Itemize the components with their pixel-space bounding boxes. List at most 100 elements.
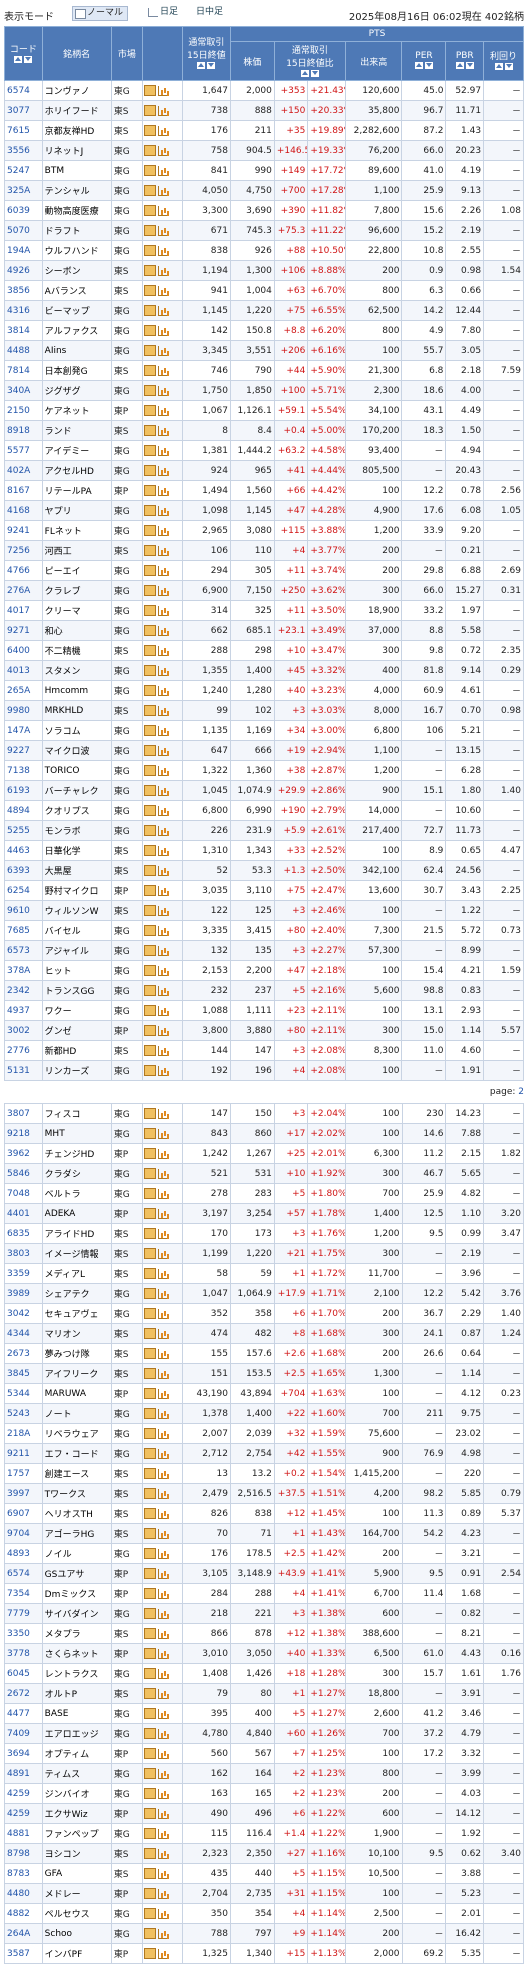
news-book-icon[interactable] bbox=[144, 745, 157, 756]
news-book-icon[interactable] bbox=[144, 1348, 157, 1359]
table-row[interactable]: 7615京都友禅HD東S 176211+35+19.89%2,282,60087.… bbox=[4, 120, 524, 141]
news-book-icon[interactable] bbox=[144, 185, 157, 196]
bar-chart-icon[interactable] bbox=[158, 1728, 170, 1739]
bar-chart-icon[interactable] bbox=[158, 1368, 170, 1379]
news-book-icon[interactable] bbox=[144, 925, 157, 936]
bar-chart-icon[interactable] bbox=[158, 1568, 170, 1579]
news-book-icon[interactable] bbox=[144, 1808, 157, 1819]
news-book-icon[interactable] bbox=[144, 445, 157, 456]
table-row[interactable]: 6574コンヴァノ東G 1,6472,000+353+21.43%120,6004… bbox=[4, 80, 524, 101]
bar-chart-icon[interactable] bbox=[158, 665, 170, 676]
bar-chart-icon[interactable] bbox=[158, 945, 170, 956]
mode-daily-button[interactable]: 日足 bbox=[146, 6, 178, 19]
bar-chart-icon[interactable] bbox=[158, 1468, 170, 1479]
bar-chart-icon[interactable] bbox=[158, 805, 170, 816]
table-row[interactable]: 6193 バーチャレク 東G 1,045 1,074.9 +29.9 +2.86% 900 15… bbox=[4, 780, 524, 801]
bar-chart-icon[interactable] bbox=[158, 1928, 170, 1939]
table-row[interactable]: 5344 MARUWA 東P 43,190 43,894 +704 +1.63% 100 － 4.… bbox=[4, 1383, 524, 1404]
news-book-icon[interactable] bbox=[144, 1188, 157, 1199]
news-book-icon[interactable] bbox=[144, 1368, 157, 1379]
stock-code[interactable]: 5243 bbox=[4, 1403, 43, 1424]
news-book-icon[interactable] bbox=[144, 1288, 157, 1299]
news-book-icon[interactable] bbox=[144, 1488, 157, 1499]
news-book-icon[interactable] bbox=[144, 465, 157, 476]
stock-code[interactable]: 4881 bbox=[4, 1823, 43, 1844]
table-row[interactable]: 3856 Aバランス 東S 941 1,004 +63 +6.70% 800 6.3 0.66 － bbox=[4, 280, 524, 301]
stock-code[interactable]: 6039 bbox=[4, 200, 43, 221]
bar-chart-icon[interactable] bbox=[158, 1408, 170, 1419]
bar-chart-icon[interactable] bbox=[158, 965, 170, 976]
stock-name[interactable]: グンゼ bbox=[41, 1020, 112, 1041]
sort-asc-icon[interactable] bbox=[197, 62, 206, 69]
news-book-icon[interactable] bbox=[144, 485, 157, 496]
table-row[interactable]: 7409 エアロエッジ 東G 4,780 4,840 +60 +1.26% 700 37.2 4.… bbox=[4, 1723, 524, 1744]
bar-chart-icon[interactable] bbox=[158, 1768, 170, 1779]
col-change[interactable]: 通常取引 15日終値比 bbox=[273, 41, 347, 81]
stock-name[interactable]: メタプラ bbox=[41, 1623, 112, 1644]
stock-code[interactable]: 3845 bbox=[4, 1363, 43, 1384]
news-book-icon[interactable] bbox=[144, 1528, 157, 1539]
table-row[interactable]: 7685 バイセル 東G 3,335 3,415 +80 +2.40% 7,300 21.5 5.… bbox=[4, 920, 524, 941]
table-row[interactable]: 5070ドラフト東G 671745.3+75.3+11.22%96,60015.2… bbox=[4, 220, 524, 241]
stock-code[interactable]: 7138 bbox=[4, 760, 43, 781]
bar-chart-icon[interactable] bbox=[158, 1065, 170, 1076]
bar-chart-icon[interactable] bbox=[158, 525, 170, 536]
stock-name[interactable]: アジャイル bbox=[41, 940, 112, 961]
news-book-icon[interactable] bbox=[144, 825, 157, 836]
table-row[interactable]: 4017 クリーマ 東G 314 325 +11 +3.50% 18,900 33.2 1.97 － bbox=[4, 600, 524, 621]
stock-name[interactable]: 河西工 bbox=[41, 540, 112, 561]
stock-name[interactable]: ワクー bbox=[41, 1000, 112, 1021]
news-book-icon[interactable] bbox=[144, 965, 157, 976]
table-row[interactable]: 5243 ノート 東G 1,378 1,400 +22 +1.60% 700 211 9.75 － bbox=[4, 1403, 524, 1424]
table-row[interactable]: 6835 アライドHD 東S 170 173 +3 +1.76% 1,200 9.5 0.99 3.… bbox=[4, 1223, 524, 1244]
sort-asc-icon[interactable] bbox=[300, 69, 309, 77]
news-book-icon[interactable] bbox=[144, 605, 157, 616]
stock-code[interactable]: 3778 bbox=[4, 1643, 43, 1664]
stock-name[interactable]: シェアテク bbox=[41, 1283, 112, 1304]
stock-name[interactable]: ランド bbox=[41, 420, 112, 441]
bar-chart-icon[interactable] bbox=[158, 925, 170, 936]
table-row[interactable]: 3962 チェンジHD 東P 1,242 1,267 +25 +2.01% 6,300 11.2… bbox=[4, 1143, 524, 1164]
stock-name[interactable]: アクセルHD bbox=[41, 460, 112, 481]
table-row[interactable]: 9271 和心 東G 662 685.1 +23.1 +3.49% 37,000 8.8 5.58… bbox=[4, 620, 524, 641]
table-row[interactable]: 9218 MHT 東G 843 860 +17 +2.02% 100 14.6 7.88 － bbox=[4, 1123, 524, 1144]
bar-chart-icon[interactable] bbox=[158, 985, 170, 996]
table-row[interactable]: 6907 ヘリオスTH 東S 826 838 +12 +1.45% 100 11.3 0.89 5.… bbox=[4, 1503, 524, 1524]
stock-code[interactable]: 2673 bbox=[4, 1343, 43, 1364]
stock-name[interactable]: リベラウェア bbox=[41, 1423, 112, 1444]
stock-code[interactable]: 9610 bbox=[4, 900, 43, 921]
table-row[interactable]: 6039動物高度医療東G 3,3003,690+390+11.82%7,80015… bbox=[4, 200, 524, 221]
stock-code[interactable]: 265A bbox=[4, 680, 43, 701]
bar-chart-icon[interactable] bbox=[158, 785, 170, 796]
table-row[interactable]: 4488 AIins 東G 3,345 3,551 +206 +6.16% 100 55.7 3.… bbox=[4, 340, 524, 361]
sort-desc-icon[interactable] bbox=[310, 69, 319, 77]
table-row[interactable]: 4401 ADEKA 東P 3,197 3,254 +57 +1.78% 1,400 12.5 1… bbox=[4, 1203, 524, 1224]
stock-name[interactable]: スタメン bbox=[41, 660, 112, 681]
stock-name[interactable]: リテールPA bbox=[41, 480, 112, 501]
table-row[interactable]: 7256 河西工 東S 106 110 +4 +3.77% 200 － 0.21 － bbox=[4, 540, 524, 561]
stock-code[interactable]: 4488 bbox=[4, 340, 43, 361]
sort-asc-icon[interactable] bbox=[414, 61, 423, 69]
stock-name[interactable]: BASE bbox=[41, 1703, 112, 1724]
table-row[interactable]: 194Aウルフハンド東G 838926+88+10.50%22,80010.82.… bbox=[4, 240, 524, 261]
stock-code[interactable]: 7685 bbox=[4, 920, 43, 941]
stock-code[interactable]: 4766 bbox=[4, 560, 43, 581]
news-book-icon[interactable] bbox=[144, 265, 157, 276]
news-book-icon[interactable] bbox=[144, 145, 157, 156]
mode-normal-button[interactable]: ノーマル bbox=[72, 6, 129, 21]
table-row[interactable]: 2150 ケアネット 東P 1,067 1,126.1 +59.1 +5.54% 34,100… bbox=[4, 400, 524, 421]
news-book-icon[interactable] bbox=[144, 345, 157, 356]
news-book-icon[interactable] bbox=[144, 1668, 157, 1679]
table-row[interactable]: 3359 メディアL 東S 58 59 +1 +1.72% 11,700 － 3.96 － bbox=[4, 1263, 524, 1284]
stock-code[interactable]: 2342 bbox=[4, 980, 43, 1001]
bar-chart-icon[interactable] bbox=[158, 625, 170, 636]
news-book-icon[interactable] bbox=[144, 1828, 157, 1839]
news-book-icon[interactable] bbox=[144, 1728, 157, 1739]
stock-name[interactable]: マイクロ波 bbox=[41, 740, 112, 761]
table-row[interactable]: 3556リネットJ東G 758904.5+146.5+19.33%76,20066… bbox=[4, 140, 524, 161]
stock-code[interactable]: 6907 bbox=[4, 1503, 43, 1524]
table-row[interactable]: 4881 ファンペップ 東G 115 116.4 +1.4 +1.22% 1,900 － 1.92… bbox=[4, 1823, 524, 1844]
table-row[interactable]: 4259 ジンバイオ 東G 163 165 +2 +1.23% 200 － 4.03 － bbox=[4, 1783, 524, 1804]
table-row[interactable]: 8167 リテールPA 東P 1,494 1,560 +66 +4.42% 100 12.2 0.… bbox=[4, 480, 524, 501]
news-book-icon[interactable] bbox=[144, 665, 157, 676]
